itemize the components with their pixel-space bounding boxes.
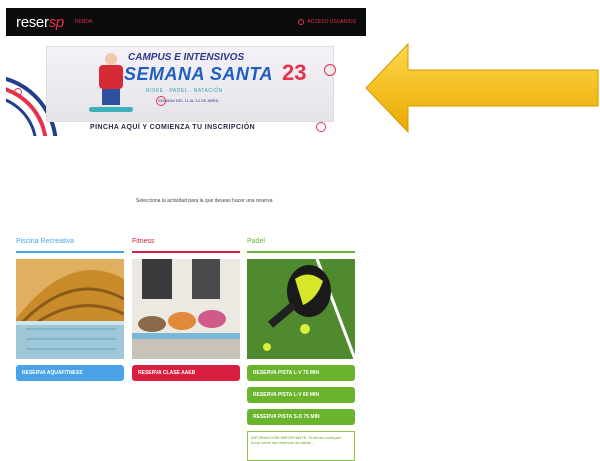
reserve-court-75-weekday-button[interactable]: RESERVA PISTA L-V 75 MIN [247, 365, 355, 381]
banner-dates: SEMANA DEL 11 AL 14 DE ABRIL [158, 98, 219, 103]
top-nav-bar: resersp TIENDA ACCESO USUARIOS [6, 8, 366, 36]
column-divider [132, 251, 240, 253]
decor-ring [316, 122, 326, 132]
padel-info-box: INFORMACIÓN IMPORTANTE: Si tienes cualqu… [247, 431, 355, 461]
banner-cta[interactable]: PINCHA AQUÍ Y COMIENZA TU INSCRIPCIÓN [90, 124, 255, 131]
banner-sports: RISKE · PADEL · NATACIÓN [146, 88, 223, 94]
column-divider [247, 251, 355, 253]
banner-headline: CAMPUS E INTENSIVOS [128, 52, 245, 63]
banner-title: SEMANA SANTA [124, 64, 273, 84]
user-icon [298, 19, 305, 25]
column-divider [16, 251, 124, 253]
fitness-image [132, 259, 240, 359]
reserve-court-60-weekday-button[interactable]: RESERVA PISTA L-V 60 MIN [247, 387, 355, 403]
activity-instruction: Selecciona la actividad para la que dese… [136, 198, 273, 204]
yellow-arrow-icon [365, 42, 599, 134]
column-title: Padel [247, 238, 265, 245]
pool-image [16, 259, 124, 359]
column-title: Piscina Recreativa [16, 238, 74, 245]
nav-link-store[interactable]: TIENDA [74, 19, 92, 25]
login-link[interactable]: ACCESO USUARIOS [298, 19, 356, 25]
padel-image [247, 259, 355, 359]
login-label: ACCESO USUARIOS [307, 19, 356, 25]
reserve-aquafitness-button[interactable]: RESERVA AQUAFITNESS [16, 365, 124, 381]
decor-ring [14, 88, 22, 96]
reserve-class-button[interactable]: RESERVA CLASE AAEB [132, 365, 240, 381]
logo-accent-text: sp [48, 13, 65, 31]
decor-ring [156, 96, 166, 106]
activity-column-padel: Padel RESERVA PISTA L-V 75 MIN RESERVA P… [247, 238, 355, 461]
promo-banner[interactable]: CAMPUS E INTENSIVOS SEMANA SANTA 23 RISK… [6, 36, 366, 136]
site-logo[interactable]: resersp [16, 14, 64, 31]
activity-column-pool: Piscina Recreativa RESERVA AQUAFITNESS [16, 238, 124, 381]
column-title: Fitness [132, 238, 155, 245]
decor-ring [324, 64, 336, 76]
banner-year: 23 [282, 60, 307, 85]
reserve-court-75-weekend-button[interactable]: RESERVA PISTA S-D 75 MIN [247, 409, 355, 425]
logo-text: reser [16, 13, 49, 31]
activity-column-fitness: Fitness RESERVA CLASE AAEB [132, 238, 240, 381]
